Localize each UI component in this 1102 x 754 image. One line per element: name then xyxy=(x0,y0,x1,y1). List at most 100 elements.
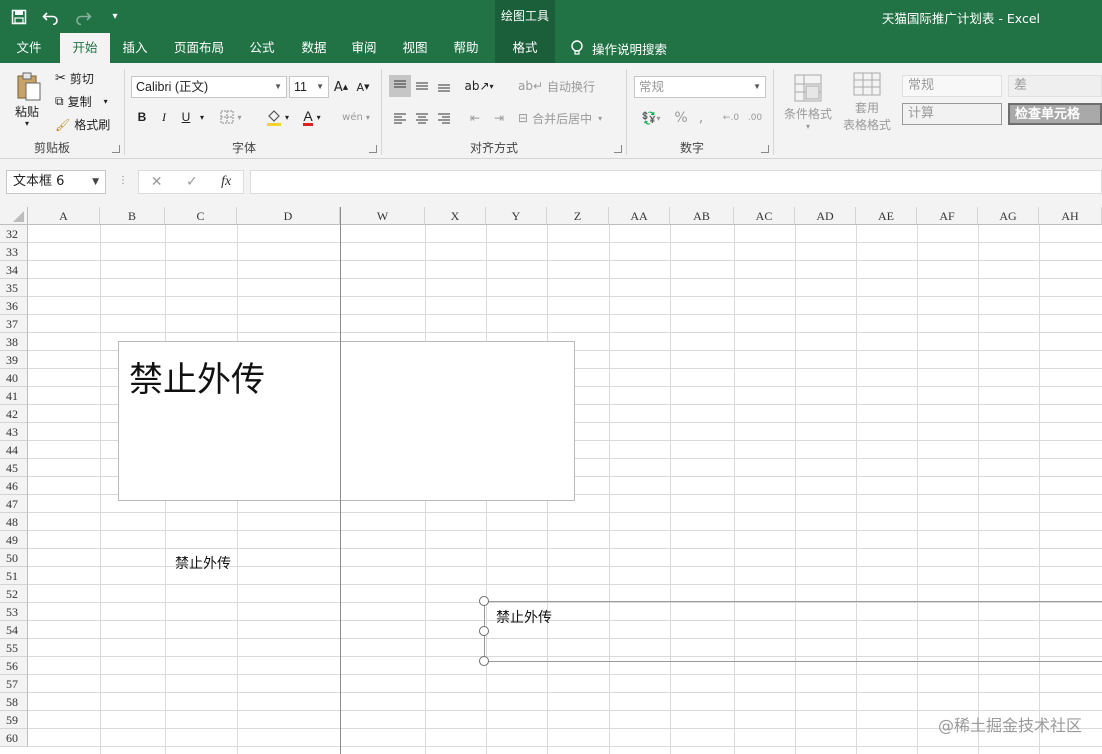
tell-me-search[interactable]: 操作说明搜索 xyxy=(570,33,667,63)
orientation-icon[interactable]: ab↗ ▾ xyxy=(464,75,494,97)
tab-page-layout[interactable]: 页面布局 xyxy=(166,33,232,63)
font-size-select[interactable]: 11 ▼ xyxy=(289,76,329,98)
copy-dropdown-icon[interactable]: ▾ xyxy=(104,97,108,106)
comma-icon[interactable]: , xyxy=(694,107,708,129)
alignment-launcher-icon[interactable] xyxy=(614,145,622,153)
style-calculation[interactable]: 计算 xyxy=(902,103,1002,125)
redo-icon[interactable] xyxy=(70,4,96,30)
insert-function-icon[interactable]: fx xyxy=(221,174,231,190)
select-all-corner[interactable] xyxy=(0,207,28,225)
row-header[interactable]: 48 xyxy=(0,513,28,531)
cancel-icon[interactable]: ✕ xyxy=(151,174,163,190)
row-header[interactable]: 52 xyxy=(0,585,28,603)
resize-handle[interactable] xyxy=(479,656,489,666)
row-header[interactable]: 32 xyxy=(0,225,28,243)
tab-formulas[interactable]: 公式 xyxy=(240,33,284,63)
row-header[interactable]: 33 xyxy=(0,243,28,261)
row-header[interactable]: 43 xyxy=(0,423,28,441)
row-header[interactable]: 40 xyxy=(0,369,28,387)
column-header[interactable]: D xyxy=(237,207,340,225)
large-text-box[interactable]: 禁止外传 xyxy=(118,341,575,501)
column-header[interactable]: Y xyxy=(486,207,547,225)
align-left-icon[interactable] xyxy=(389,107,411,129)
resize-handle[interactable] xyxy=(479,626,489,636)
customize-icon[interactable]: ▾ xyxy=(102,4,128,30)
font-launcher-icon[interactable] xyxy=(369,145,377,153)
row-header[interactable]: 37 xyxy=(0,315,28,333)
tab-data[interactable]: 数据 xyxy=(292,33,336,63)
wrap-text-button[interactable]: ab↵ 自动换行 xyxy=(518,75,598,97)
increase-decimal-icon[interactable]: ←.0 xyxy=(720,107,742,129)
format-as-table-button[interactable]: 套用 表格格式 xyxy=(836,69,898,135)
italic-button[interactable]: I xyxy=(155,107,173,127)
column-header[interactable]: AE xyxy=(856,207,917,225)
row-header[interactable]: 36 xyxy=(0,297,28,315)
align-right-icon[interactable] xyxy=(433,107,455,129)
column-header[interactable]: AB xyxy=(670,207,734,225)
number-format-select[interactable]: 常规 ▼ xyxy=(634,76,766,98)
column-header[interactable]: B xyxy=(100,207,165,225)
tab-home[interactable]: 开始 xyxy=(60,33,110,63)
format-painter-button[interactable]: 🖌 格式刷 xyxy=(55,116,110,133)
row-header[interactable]: 55 xyxy=(0,639,28,657)
column-header[interactable]: AH xyxy=(1039,207,1102,225)
row-header[interactable]: 51 xyxy=(0,567,28,585)
column-header[interactable]: AC xyxy=(734,207,795,225)
align-center-icon[interactable] xyxy=(411,107,433,129)
column-header[interactable]: C xyxy=(165,207,237,225)
column-header[interactable]: AA xyxy=(609,207,670,225)
tab-review[interactable]: 审阅 xyxy=(342,33,386,63)
row-header[interactable]: 50 xyxy=(0,549,28,567)
undo-icon[interactable] xyxy=(38,4,64,30)
tab-file[interactable]: 文件 xyxy=(0,33,58,63)
decrease-decimal-icon[interactable]: .00 xyxy=(744,107,766,129)
name-box[interactable]: 文本框 6 ▼ xyxy=(6,170,106,194)
paste-dropdown-icon[interactable]: ▾ xyxy=(25,119,29,128)
style-normal[interactable]: 常规 xyxy=(902,75,1002,97)
font-color-icon[interactable]: A ▾ xyxy=(296,107,328,127)
row-header[interactable]: 38 xyxy=(0,333,28,351)
merge-center-button[interactable]: ⊟ 合并后居中 ▾ xyxy=(518,107,618,129)
tab-help[interactable]: 帮助 xyxy=(444,33,488,63)
number-launcher-icon[interactable] xyxy=(761,145,769,153)
underline-dropdown-icon[interactable]: ▾ xyxy=(197,109,207,125)
row-header[interactable]: 45 xyxy=(0,459,28,477)
font-name-select[interactable]: Calibri (正文) ▼ xyxy=(131,76,287,98)
increase-font-icon[interactable]: A ▲ xyxy=(333,77,349,97)
border-icon[interactable]: ▾ xyxy=(219,107,243,127)
formula-input[interactable] xyxy=(250,170,1102,194)
row-header[interactable]: 42 xyxy=(0,405,28,423)
row-header[interactable]: 58 xyxy=(0,693,28,711)
paste-icon[interactable] xyxy=(15,71,43,103)
increase-indent-icon[interactable]: ⇥ xyxy=(488,107,510,129)
column-header[interactable]: X xyxy=(425,207,486,225)
style-check-cell[interactable]: 检查单元格 xyxy=(1008,103,1102,125)
formula-bar-grip-icon[interactable]: ⋮ xyxy=(118,175,128,186)
copy-button[interactable]: ⧉ 复制 ▾ xyxy=(55,93,108,110)
resize-handle[interactable] xyxy=(479,596,489,606)
row-header[interactable]: 41 xyxy=(0,387,28,405)
column-header[interactable]: AG xyxy=(978,207,1039,225)
phonetic-icon[interactable]: wén ▾ xyxy=(338,107,374,127)
tab-format[interactable]: 格式 xyxy=(495,33,555,63)
align-middle-icon[interactable] xyxy=(411,75,433,97)
save-icon[interactable] xyxy=(6,4,32,30)
row-header[interactable]: 57 xyxy=(0,675,28,693)
worksheet-grid[interactable]: A B C D W X Y Z AA AB AC AD AE AF AG AH … xyxy=(0,207,1102,754)
selected-text-box-content[interactable]: 禁止外传 xyxy=(496,607,552,627)
column-header[interactable]: Z xyxy=(547,207,609,225)
column-header[interactable]: AD xyxy=(795,207,856,225)
decrease-indent-icon[interactable]: ⇤ xyxy=(464,107,486,129)
chevron-down-icon[interactable]: ▼ xyxy=(92,171,99,193)
row-header[interactable]: 53 xyxy=(0,603,28,621)
paste-button[interactable]: 粘贴 xyxy=(15,103,39,120)
enter-icon[interactable]: ✓ xyxy=(186,174,198,190)
cut-button[interactable]: ✂ 剪切 xyxy=(55,70,94,87)
cell-c50-text[interactable]: 禁止外传 xyxy=(175,553,231,573)
row-header[interactable]: 44 xyxy=(0,441,28,459)
decrease-font-icon[interactable]: A ▼ xyxy=(355,77,371,97)
row-header[interactable]: 49 xyxy=(0,531,28,549)
column-header[interactable]: W xyxy=(341,207,425,225)
row-header[interactable]: 59 xyxy=(0,711,28,729)
align-bottom-icon[interactable] xyxy=(433,75,455,97)
